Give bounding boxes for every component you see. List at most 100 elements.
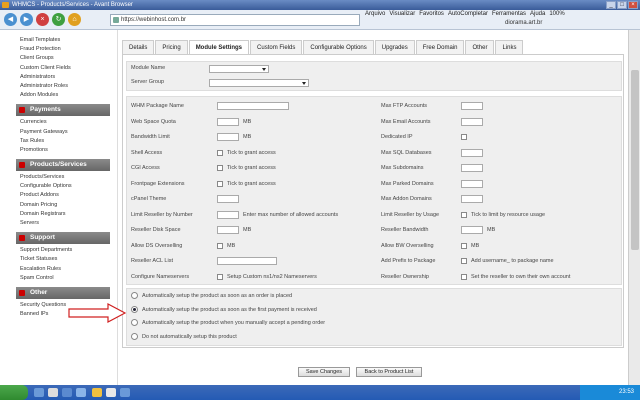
app-icon[interactable] (120, 388, 130, 397)
checkbox[interactable] (461, 273, 467, 280)
text-input[interactable] (217, 117, 239, 126)
tab-upgrades[interactable]: Upgrades (374, 40, 415, 54)
page-scrollbar[interactable] (628, 30, 640, 385)
second-tab[interactable]: diorama.art.br (505, 20, 545, 30)
checkbox[interactable] (217, 165, 223, 171)
sidebar-link[interactable]: Custom Client Fields (0, 64, 117, 73)
sidebar-section-title: Products/Services (30, 161, 87, 169)
address-bar[interactable]: https://webinhost.com.br (110, 14, 360, 26)
app-icon[interactable] (62, 388, 72, 397)
text-input[interactable] (461, 226, 483, 234)
field-label: Frontpage Extensions (131, 180, 185, 187)
sidebar-link[interactable]: Spam Control (0, 274, 117, 283)
sidebar-link[interactable]: Product Addons (0, 191, 117, 200)
menu-item[interactable]: Favoritos (419, 11, 444, 17)
tab-other[interactable]: Other (465, 40, 495, 54)
sidebar-link[interactable]: Ticket Statuses (0, 255, 117, 264)
text-input[interactable] (217, 226, 239, 234)
setup-option-radio[interactable] (131, 305, 138, 313)
back-to-product-list-button[interactable]: Back to Product List (356, 367, 422, 377)
sidebar-link[interactable]: Configurable Options (0, 182, 117, 191)
sidebar-link[interactable]: Payment Gateways (0, 128, 117, 137)
sidebar-link[interactable]: Tax Rules (0, 137, 117, 146)
section-icon (19, 289, 25, 296)
stop-icon[interactable]: × (36, 13, 49, 26)
close-button[interactable]: × (628, 1, 638, 9)
checkbox[interactable] (461, 211, 467, 218)
text-input[interactable] (217, 257, 277, 265)
sidebar-link[interactable]: Administrator Roles (0, 82, 117, 91)
start-button[interactable] (0, 385, 28, 400)
sidebar-link[interactable]: Domain Pricing (0, 201, 117, 210)
minimize-button[interactable]: _ (606, 1, 616, 9)
home-icon[interactable]: ⌂ (68, 13, 81, 26)
forward-nav-icon[interactable]: ▶ (20, 13, 33, 26)
tab-module-settings[interactable]: Module Settings (188, 40, 250, 55)
desktop-icon[interactable] (34, 388, 44, 397)
tab-free-domain[interactable]: Free Domain (415, 40, 465, 54)
module-name-select[interactable] (209, 65, 269, 73)
text-input[interactable] (217, 133, 239, 141)
setup-option-radio[interactable] (131, 292, 138, 299)
tab-links[interactable]: Links (495, 40, 524, 54)
menu-item[interactable]: Visualizar (389, 11, 415, 17)
field-label: WHM Package Name (131, 103, 184, 109)
field-label: Max Email Accounts (381, 118, 431, 125)
text-input[interactable] (461, 164, 483, 172)
sidebar-link[interactable]: Fraud Protection (0, 45, 117, 54)
setup-option-radio[interactable] (131, 332, 138, 340)
text-input[interactable] (461, 102, 483, 110)
tab-custom-fields[interactable]: Custom Fields (250, 40, 303, 54)
checkbox[interactable] (461, 134, 467, 140)
server-group-select[interactable] (209, 79, 309, 87)
checkbox[interactable] (461, 258, 467, 264)
checkbox[interactable] (217, 273, 223, 280)
sidebar-link[interactable]: Client Groups (0, 54, 117, 63)
text-input[interactable] (461, 148, 483, 157)
browser-toolbar: ◀ ▶ × ↻ ⌂ https://webinhost.com.br Arqui… (0, 10, 640, 30)
folder-icon[interactable] (92, 388, 102, 397)
field-hint: Set the reseller to own their own accoun… (471, 273, 571, 280)
sidebar-link[interactable]: Servers (0, 219, 117, 228)
text-input[interactable] (217, 195, 239, 203)
sidebar-link[interactable]: Email Templates (0, 36, 117, 45)
text-input[interactable] (461, 179, 483, 188)
field-label: Allow DS Overselling (131, 242, 183, 249)
save-changes-button[interactable]: Save Changes (298, 367, 350, 377)
checkbox[interactable] (217, 180, 223, 187)
sidebar-link[interactable]: Promotions (0, 146, 117, 155)
text-input[interactable] (217, 102, 289, 110)
sidebar-link[interactable]: Administrators (0, 73, 117, 82)
tab-pricing[interactable]: Pricing (155, 40, 188, 54)
checkbox[interactable] (217, 149, 223, 156)
setup-option-radio[interactable] (131, 319, 138, 326)
chevron-down-icon (262, 68, 266, 71)
tab-details[interactable]: Details (122, 40, 155, 54)
sidebar-link[interactable]: Support Departments (0, 246, 117, 255)
menu-item[interactable]: 100% (549, 11, 564, 17)
tab-configurable-options[interactable]: Configurable Options (303, 40, 374, 54)
text-input[interactable] (461, 117, 483, 126)
browser-icon[interactable] (106, 388, 116, 397)
text-input[interactable] (217, 210, 239, 219)
checkbox[interactable] (217, 242, 223, 249)
sidebar-link[interactable]: Domain Registrars (0, 210, 117, 219)
checkbox[interactable] (461, 242, 467, 249)
sidebar-link[interactable]: Addon Modules (0, 91, 117, 100)
back-nav-icon[interactable]: ◀ (4, 13, 17, 26)
refresh-icon[interactable]: ↻ (52, 13, 65, 26)
sidebar-link[interactable]: Products/Services (0, 173, 117, 182)
app-icon[interactable] (48, 388, 58, 397)
scrollbar-thumb[interactable] (631, 70, 639, 250)
sidebar-link[interactable]: Escalation Rules (0, 265, 117, 274)
menu-item[interactable]: Arquivo (365, 11, 385, 17)
product-tabs: Details Pricing Module Settings Custom Fiel… (122, 40, 524, 55)
menu-item[interactable]: AutoCompletar (448, 11, 488, 17)
menu-item[interactable]: Ajuda (530, 11, 545, 17)
maximize-button[interactable]: □ (617, 1, 627, 9)
menu-item[interactable]: Ferramentas (492, 11, 526, 17)
app-icon[interactable] (76, 388, 86, 397)
sidebar-link[interactable]: Currencies (0, 118, 117, 127)
field-label: CGI Access (131, 165, 160, 171)
text-input[interactable] (461, 195, 483, 203)
